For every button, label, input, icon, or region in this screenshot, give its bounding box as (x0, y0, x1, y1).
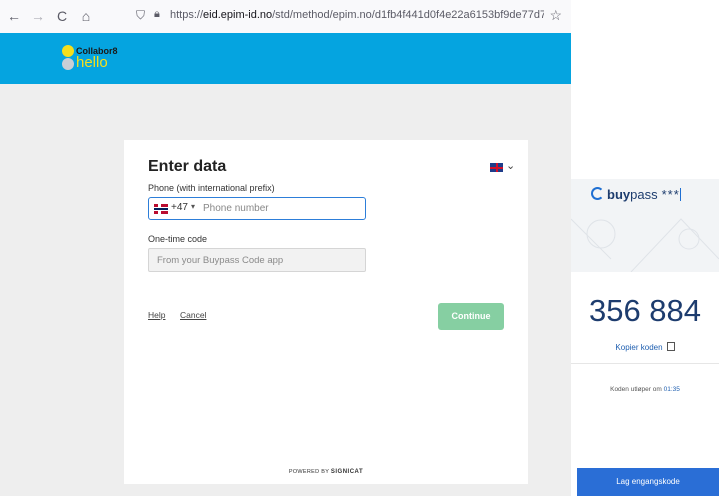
enter-data-card: Enter data ⌄ Phone (with international p… (124, 140, 528, 484)
buypass-logo: buypass *** (591, 187, 681, 202)
shield-icon[interactable]: ⛉ (136, 8, 145, 23)
back-icon[interactable]: ← (6, 8, 22, 24)
buypass-logo-icon (591, 187, 604, 200)
one-time-code: 356 884 (588, 293, 702, 328)
logo-yellow-dot (62, 45, 74, 57)
language-selector[interactable]: ⌄ (490, 160, 518, 174)
expiry-text: Koden utløper om 01:35 (610, 386, 680, 393)
country-prefix[interactable]: +47 (171, 202, 188, 213)
generate-code-button[interactable]: Lag engangskode (577, 468, 719, 496)
buypass-app-panel: buypass *** 356 884 Kopier koden Koden ut… (571, 0, 719, 496)
collabor8-hello-logo: Collabor8 hello (60, 43, 130, 75)
norway-flag-icon[interactable] (154, 204, 168, 214)
otp-field[interactable] (148, 248, 366, 272)
otp-label: One-time code (148, 234, 208, 244)
help-link[interactable]: Help (148, 310, 165, 320)
uk-flag-icon (490, 163, 503, 172)
phone-label: Phone (with international prefix) (148, 183, 275, 193)
pin-dots: *** (661, 187, 680, 202)
powered-by-signicat: POWERED BY SIGNICAT (288, 469, 364, 475)
phone-field[interactable]: +47 ▾ (148, 197, 366, 220)
site-header: Collabor8 hello (0, 33, 571, 84)
logo-text-hello: hello (76, 54, 108, 71)
phone-input[interactable] (203, 200, 353, 216)
text-cursor (679, 188, 681, 201)
forward-icon[interactable]: → (30, 8, 46, 24)
divider (571, 363, 719, 364)
otp-input[interactable] (157, 253, 357, 267)
cancel-link[interactable]: Cancel (180, 310, 206, 320)
chevron-down-icon: ⌄ (506, 160, 516, 172)
page-title: Enter data (148, 158, 227, 175)
url-text[interactable]: https://eid.epim-id.no/std/method/epim.n… (170, 9, 544, 21)
reload-icon[interactable]: C (54, 8, 70, 24)
lock-icon[interactable]: 🔒︎ (154, 8, 160, 21)
browser-window: ← → C ⌂ ⛉ 🔒︎ https://eid.epim-id.no/std/… (0, 0, 571, 496)
home-icon[interactable]: ⌂ (78, 8, 94, 24)
continue-button[interactable]: Continue (438, 303, 504, 330)
address-bar[interactable]: ⛉ 🔒︎ https://eid.epim-id.no/std/method/e… (130, 4, 568, 28)
bookmark-star-icon[interactable]: ☆ (549, 7, 562, 24)
app-header: buypass *** (571, 179, 719, 272)
caret-down-icon[interactable]: ▾ (191, 202, 195, 211)
logo-grey-dot (62, 58, 74, 70)
copy-icon (666, 342, 675, 351)
browser-toolbar: ← → C ⌂ ⛉ 🔒︎ https://eid.epim-id.no/std/… (0, 0, 571, 34)
copy-code-link[interactable]: Kopier koden (571, 342, 719, 352)
